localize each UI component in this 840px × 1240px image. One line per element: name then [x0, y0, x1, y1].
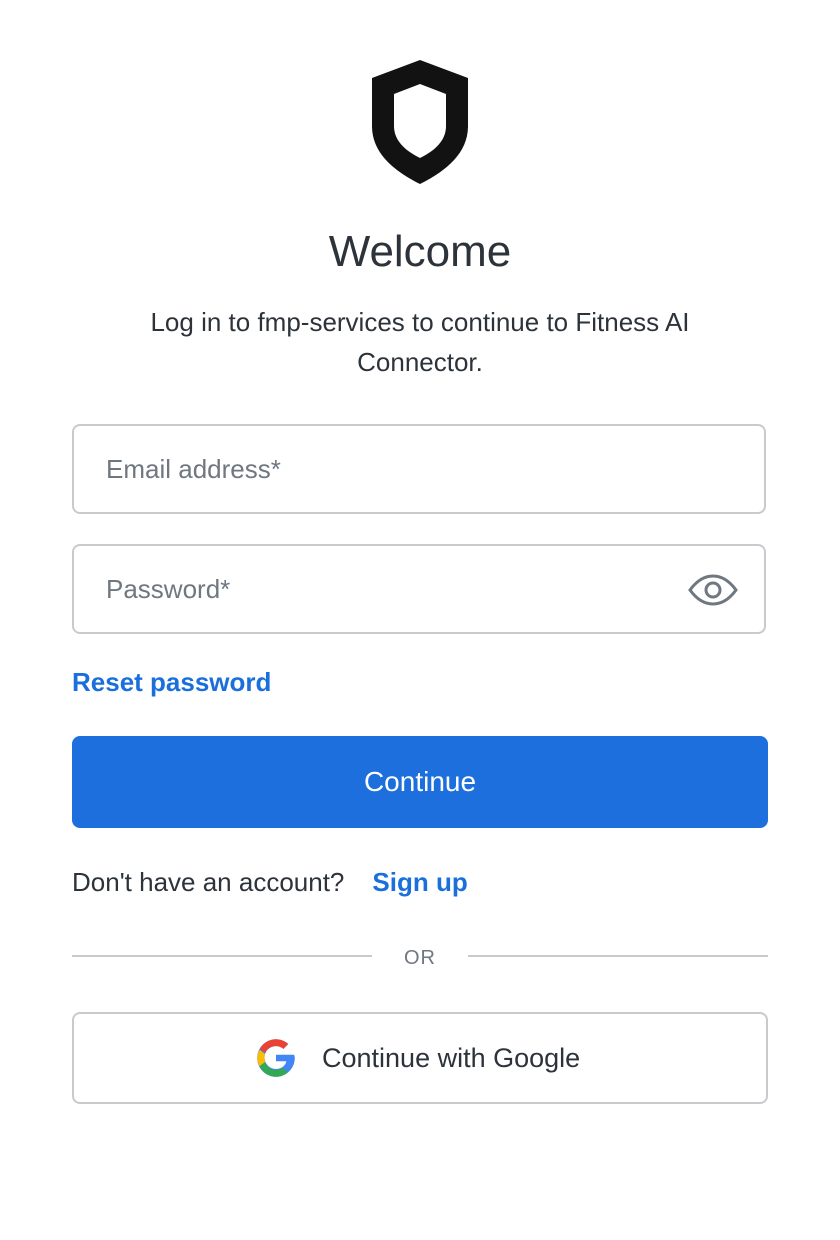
email-field[interactable] — [72, 424, 766, 514]
password-input[interactable] — [106, 546, 666, 632]
divider-line-right — [468, 955, 768, 957]
password-field[interactable] — [72, 544, 766, 634]
google-button-label: Continue with Google — [322, 1043, 581, 1073]
continue-with-google-button[interactable]: Continue with Google — [72, 1012, 768, 1104]
reset-password-link[interactable]: Reset password — [72, 664, 271, 700]
divider-line-left — [72, 955, 372, 957]
page-title: Welcome — [328, 227, 512, 276]
signup-prompt: Don't have an account? — [72, 867, 345, 897]
divider-label: OR — [404, 947, 436, 969]
login-page: Welcome Log in to fmp-services to contin… — [0, 0, 840, 1240]
google-icon — [257, 1039, 295, 1077]
continue-button[interactable]: Continue — [72, 736, 768, 828]
shield-icon — [372, 60, 468, 184]
page-subtitle: Log in to fmp-services to continue to Fi… — [150, 307, 690, 377]
sign-up-link[interactable]: Sign up — [372, 867, 467, 897]
eye-icon[interactable] — [688, 574, 738, 606]
email-input[interactable] — [106, 426, 666, 512]
signup-row: Don't have an account? Sign up — [72, 864, 468, 900]
